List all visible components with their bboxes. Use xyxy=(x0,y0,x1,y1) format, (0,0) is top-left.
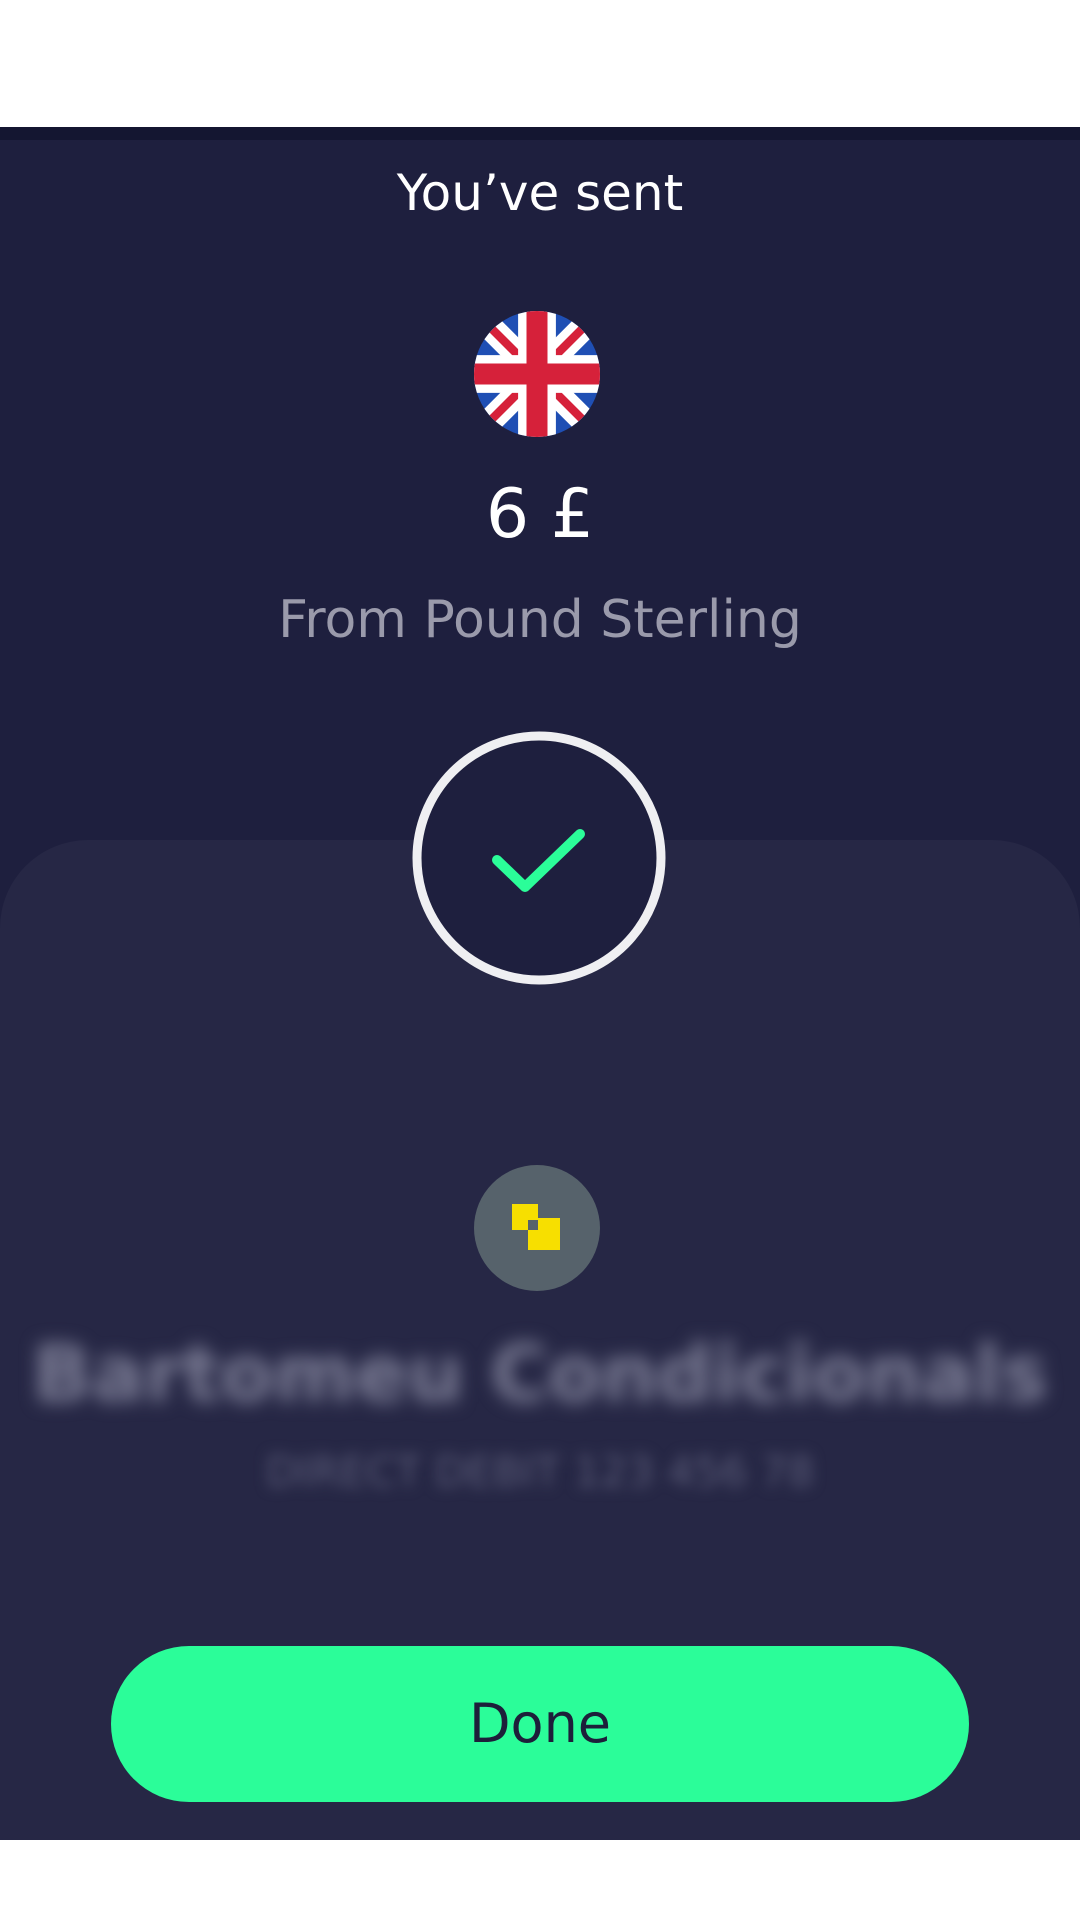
recipient-name: Bartomeu Condicionals xyxy=(32,1330,1048,1420)
top-divider xyxy=(0,127,1080,140)
uk-flag-icon xyxy=(474,311,600,437)
status-bar-area xyxy=(0,0,1080,127)
sent-amount: 6 £ xyxy=(485,475,595,554)
check-icon xyxy=(411,730,667,986)
done-button[interactable]: Done xyxy=(111,1646,969,1802)
recipient-detail: DIRECT DEBIT 123 456 78 xyxy=(265,1447,815,1496)
overlapping-squares-icon xyxy=(474,1165,600,1291)
source-account: From Pound Sterling xyxy=(278,590,802,650)
navigation-bar-area xyxy=(0,1840,1080,1920)
page-title: You’ve sent xyxy=(396,164,684,222)
